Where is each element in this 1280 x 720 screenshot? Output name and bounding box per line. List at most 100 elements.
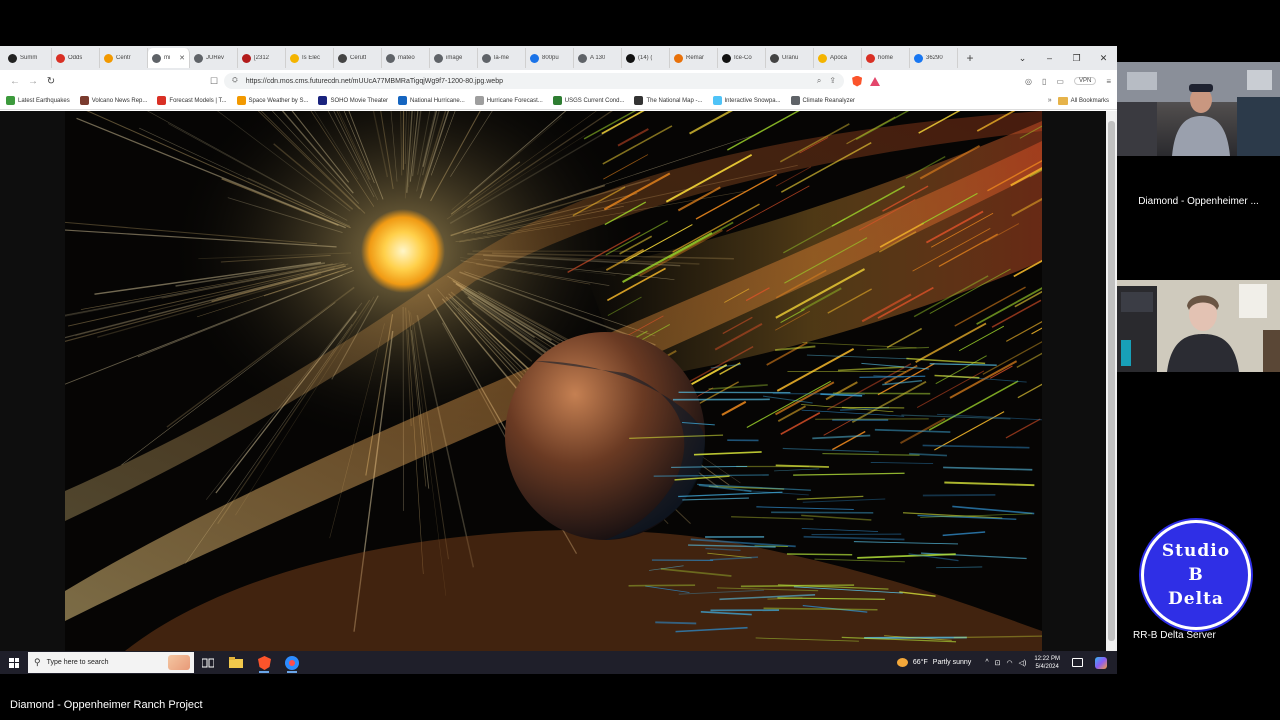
tab-title: Centr <box>116 55 131 61</box>
tab-title: Summ <box>20 55 38 61</box>
page-scrollbar[interactable] <box>1106 111 1117 651</box>
tab-search-icon[interactable]: ⌄ <box>1009 53 1036 64</box>
browser-tab[interactable]: JURev <box>190 48 238 68</box>
browser-tab[interactable]: (14) ( <box>622 48 670 68</box>
file-explorer-icon[interactable] <box>222 651 250 674</box>
wallet-icon[interactable]: ▭ <box>1056 77 1064 86</box>
browser-tab[interactable]: 36290 <box>910 48 958 68</box>
brave-rewards-icon[interactable] <box>870 76 881 86</box>
wifi-icon[interactable]: ◠ <box>1006 659 1012 667</box>
weather-widget[interactable]: 66°F Partly sunny <box>896 658 971 667</box>
bookmark-item[interactable]: USGS Current Cond... <box>552 96 624 105</box>
bookmark-icon[interactable]: ☐ <box>210 76 218 87</box>
brave-taskbar-icon[interactable] <box>250 651 278 674</box>
browser-tab[interactable]: mi ✕ <box>148 48 190 68</box>
browser-tab[interactable]: Apoca <box>814 48 862 68</box>
browser-tab[interactable]: mateo <box>382 48 430 68</box>
site-icon <box>104 53 113 63</box>
browser-tab[interactable]: Uranu <box>766 48 814 68</box>
tray-expand-icon[interactable]: ^ <box>985 659 988 666</box>
bookmark-favicon-icon <box>79 96 89 105</box>
bookmark-item[interactable]: Space Weather by S... <box>236 96 308 105</box>
tab-title: Cerutt <box>350 55 367 61</box>
leo-icon[interactable]: ◎ <box>1025 77 1032 86</box>
forward-icon[interactable]: → <box>24 76 42 87</box>
back-icon[interactable]: ← <box>6 76 24 87</box>
site-icon <box>866 53 875 63</box>
clock-date: 5/4/2024 <box>1035 663 1059 670</box>
speaker-name-caption: Diamond - Oppenheimer Ranch Project <box>10 699 203 711</box>
maximize-button[interactable]: ❐ <box>1063 53 1090 64</box>
address-bar[interactable]: ⛭ https://cdn.mos.cms.futurecdn.net/mUUc… <box>224 73 845 89</box>
copilot-icon[interactable] <box>1095 656 1107 669</box>
browser-tab[interactable]: Ice-Co <box>718 48 766 68</box>
browser-tab[interactable]: 800pu <box>526 48 574 68</box>
globe-icon <box>152 53 161 63</box>
browser-tab[interactable]: Remar <box>670 48 718 68</box>
browser-window: Summ Odds Centr mi ✕ JURev [2312 Is Elec Cerutt m… <box>0 46 1117 674</box>
logo-line-1: Studio <box>1161 541 1231 561</box>
share-icon[interactable]: ⇪ <box>829 76 836 86</box>
menu-icon[interactable]: ≡ <box>1106 77 1111 86</box>
tab-title: JURev <box>206 55 225 61</box>
tab-title: Apoca <box>830 55 848 61</box>
bookmark-item[interactable]: Volcano News Rep... <box>79 96 147 105</box>
browser-tab[interactable]: Is Elec <box>286 48 334 68</box>
url-text[interactable]: https://cdn.mos.cms.futurecdn.net/mUUcA7… <box>246 78 503 85</box>
close-window-button[interactable]: ✕ <box>1090 53 1117 64</box>
globe-icon <box>194 53 203 63</box>
page-content <box>0 111 1106 651</box>
zoom-icon[interactable]: ⌕ <box>817 76 821 86</box>
bookmark-item[interactable]: Interactive Snowpa... <box>712 96 781 105</box>
browser-tab[interactable]: home <box>862 48 910 68</box>
tab-title: A 130 <box>590 55 606 61</box>
bookmark-label: Interactive Snowpa... <box>724 97 781 104</box>
browser-tab[interactable]: image <box>430 48 478 68</box>
browser-tab[interactable]: Odds <box>52 48 100 68</box>
vpn-button[interactable]: VPN <box>1073 77 1097 85</box>
minimize-button[interactable]: – <box>1036 53 1063 63</box>
taskbar-clock[interactable]: 12:22 PM 5/4/2024 <box>1034 655 1060 671</box>
sidebar-icon[interactable]: ▯ <box>1042 77 1046 86</box>
system-tray: ^ ⊡ ◠ ◁) <box>985 659 1026 667</box>
all-bookmarks-label: All Bookmarks <box>1070 97 1109 104</box>
task-view-icon[interactable] <box>194 651 222 674</box>
browser-tab[interactable]: [2312 <box>238 48 286 68</box>
close-tab-icon[interactable]: ✕ <box>179 54 185 62</box>
search-highlight-icon <box>168 655 190 670</box>
scrollbar-thumb[interactable] <box>1108 121 1115 641</box>
all-bookmarks-button[interactable]: All Bookmarks <box>1057 96 1109 105</box>
more-bookmarks-button[interactable]: » <box>1048 97 1052 104</box>
bookmark-item[interactable]: SOHO Movie Theater <box>318 96 388 105</box>
site-info-icon[interactable]: ⛭ <box>232 77 238 85</box>
bookmark-item[interactable]: Latest Earthquakes <box>6 96 70 105</box>
browser-tab[interactable]: Centr <box>100 48 148 68</box>
partly-sunny-icon <box>896 658 908 667</box>
volume-icon[interactable]: ◁) <box>1019 659 1027 667</box>
globe-icon <box>386 53 395 63</box>
tab-title: [2312 <box>254 55 270 61</box>
bookmark-item[interactable]: The National Map -... <box>634 96 703 105</box>
notifications-icon[interactable] <box>1072 658 1083 667</box>
reload-icon[interactable]: ↻ <box>42 76 60 87</box>
site-icon <box>674 53 683 63</box>
browser-tab[interactable]: Summ <box>4 48 52 68</box>
new-tab-button[interactable]: + <box>962 51 978 65</box>
bookmark-item[interactable]: Climate Reanalyzer <box>790 96 855 105</box>
network-icon[interactable]: ⊡ <box>995 659 1001 667</box>
bookmark-item[interactable]: Hurricane Forecast... <box>474 96 543 105</box>
taskbar-search[interactable]: ⚲ Type here to search <box>28 652 194 673</box>
bookmark-favicon-icon <box>634 96 644 105</box>
bookmark-item[interactable]: Forecast Models | T... <box>157 96 227 105</box>
video-app-taskbar-icon[interactable] <box>278 651 306 674</box>
browser-tab[interactable]: Cerutt <box>334 48 382 68</box>
logo-line-2: B <box>1188 565 1204 585</box>
tab-title: mi <box>164 55 171 61</box>
participant-1-name: Diamond - Oppenheimer ... <box>1138 196 1259 207</box>
bookmark-item[interactable]: National Hurricane... <box>398 96 465 105</box>
browser-tab[interactable]: la-me <box>478 48 526 68</box>
bookmark-favicon-icon <box>712 96 722 105</box>
start-button[interactable] <box>0 651 28 674</box>
browser-tab[interactable]: A 130 <box>574 48 622 68</box>
brave-shields-icon[interactable] <box>852 75 863 87</box>
